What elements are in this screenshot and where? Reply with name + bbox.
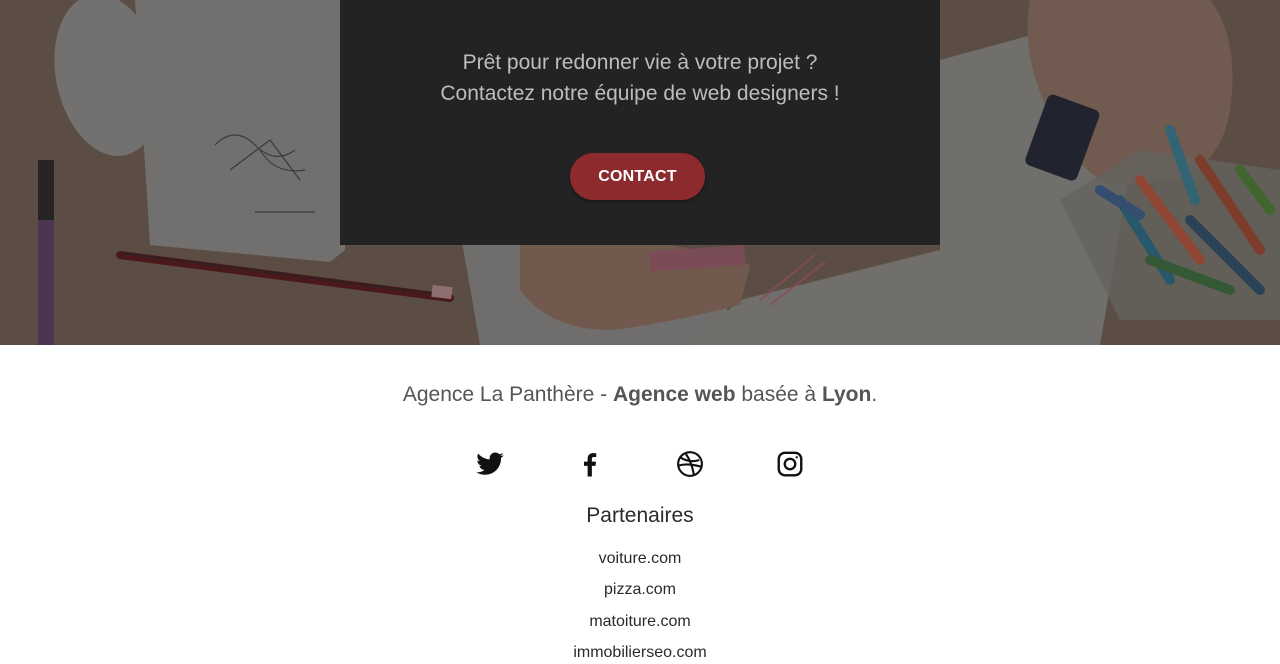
cta-panel: Prêt pour redonner vie à votre projet ? …: [340, 0, 940, 245]
partners-heading: Partenaires: [586, 504, 694, 527]
tagline-bold-agency: Agence web: [612, 383, 736, 406]
contact-button[interactable]: CONTACT: [570, 153, 705, 200]
facebook-icon[interactable]: [575, 449, 605, 479]
cta-text-line-2: Contactez notre équipe de web designers …: [440, 82, 840, 105]
partner-link-immobilierseo[interactable]: immobilierseo.com: [0, 643, 1280, 663]
tagline-text: .: [871, 383, 878, 406]
tagline-text: Agence La Panthère -: [402, 383, 613, 406]
hero-section: Prêt pour redonner vie à votre projet ? …: [0, 0, 1280, 345]
partner-link-matoiture[interactable]: matoiture.com: [0, 612, 1280, 632]
dribbble-icon[interactable]: [675, 449, 705, 479]
tagline-bold-city: Lyon: [821, 383, 872, 406]
twitter-icon[interactable]: [475, 449, 505, 479]
partner-link-voiture[interactable]: voiture.com: [0, 549, 1280, 569]
cta-text-line-1: Prêt pour redonner vie à votre projet ?: [462, 51, 818, 74]
instagram-icon[interactable]: [775, 449, 805, 479]
agency-tagline: Agence La Panthère - Agence web basée à …: [0, 382, 1280, 408]
footer: Agence La Panthère - Agence web basée à …: [0, 345, 1280, 664]
partner-link-pizza[interactable]: pizza.com: [0, 580, 1280, 600]
tagline-text: basée à: [735, 383, 822, 406]
